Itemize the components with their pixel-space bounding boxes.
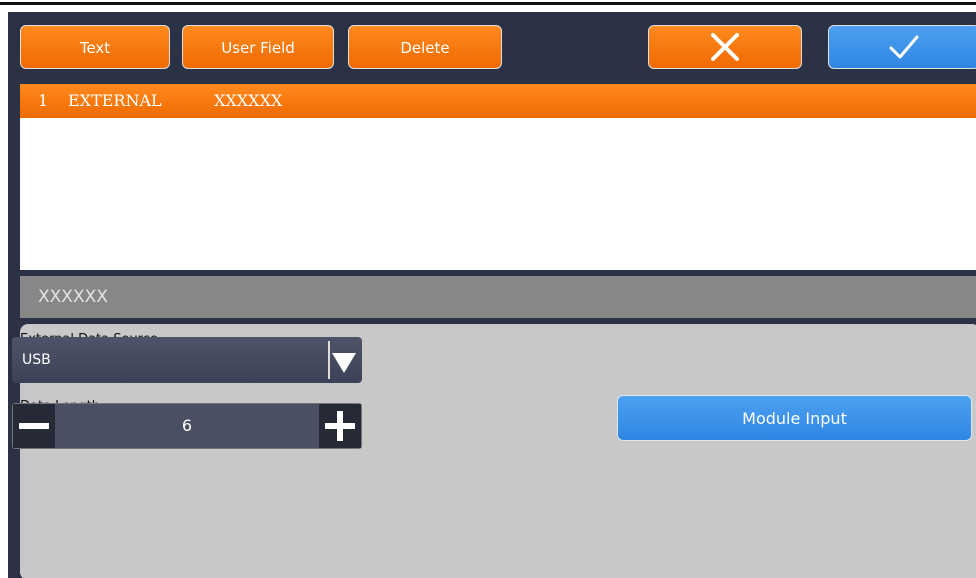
- top-border: [0, 2, 976, 5]
- text-button[interactable]: Text: [20, 25, 170, 69]
- external-data-source-select[interactable]: USB: [12, 337, 362, 383]
- plus-icon: [325, 411, 355, 441]
- decrement-button[interactable]: [13, 404, 55, 448]
- data-length-stepper[interactable]: 6: [12, 403, 362, 449]
- module-input-button[interactable]: Module Input: [617, 395, 972, 441]
- list-item[interactable]: 1 EXTERNAL XXXXXX: [20, 84, 976, 118]
- item-value: XXXXXX: [214, 91, 283, 110]
- field-list[interactable]: 1 EXTERNAL XXXXXX: [20, 84, 976, 270]
- item-index: 1: [38, 91, 49, 110]
- dialog-frame: Text User Field Delete 1 EXTERNAL XXXXXX…: [8, 12, 976, 578]
- delete-button[interactable]: Delete: [348, 25, 502, 69]
- item-type: EXTERNAL: [68, 91, 162, 110]
- cancel-button[interactable]: [648, 25, 802, 69]
- minus-icon: [19, 423, 49, 429]
- increment-button[interactable]: [319, 404, 361, 448]
- check-icon: [889, 35, 919, 59]
- select-value: USB: [22, 352, 51, 368]
- close-icon: [711, 33, 739, 61]
- data-length-value: 6: [181, 416, 193, 435]
- preview-field: XXXXXX: [20, 276, 976, 318]
- dropdown-arrow-icon[interactable]: [328, 341, 358, 379]
- user-field-button[interactable]: User Field: [182, 25, 334, 69]
- confirm-button[interactable]: [828, 25, 976, 69]
